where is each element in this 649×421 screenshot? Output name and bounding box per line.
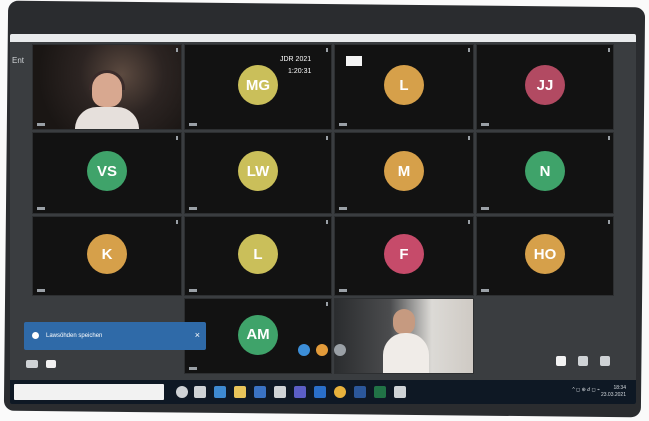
mic-icon	[339, 289, 347, 292]
tile-menu-icon	[326, 302, 328, 306]
info-icon	[32, 332, 39, 339]
mic-icon	[189, 207, 197, 210]
participant-face	[393, 309, 415, 335]
tile-menu-icon	[608, 48, 610, 52]
clock-time: 18:34	[613, 385, 626, 391]
notification-toast[interactable]: Lawsöhden speichen ×	[24, 322, 206, 350]
avatar-n: N	[525, 151, 565, 192]
chat-button[interactable]	[578, 356, 588, 366]
mic-icon	[339, 123, 347, 126]
tile-menu-icon	[176, 48, 178, 52]
tile-k[interactable]: K	[32, 216, 182, 296]
mic-icon	[37, 207, 45, 210]
app-icon[interactable]	[394, 386, 406, 398]
left-control-2[interactable]	[46, 360, 56, 368]
recording-label: JDR 2021	[280, 56, 312, 63]
chrome-icon[interactable]	[334, 386, 346, 398]
avatar-l-2: L	[238, 234, 278, 275]
avatar-m: M	[384, 151, 424, 192]
tile-menu-icon	[468, 136, 470, 140]
avatar-vs: VS	[87, 151, 127, 192]
recording-time: 1:20:31	[288, 68, 312, 75]
tile-menu-icon	[468, 220, 470, 224]
avatar-mg: MG	[238, 65, 278, 106]
mic-icon	[481, 207, 489, 210]
meeting-window: Ent MG L JJ JDR 2021 1:20:31 VS LW M N K…	[10, 34, 636, 404]
mic-icon	[37, 123, 45, 126]
photo-of-screen: Ent MG L JJ JDR 2021 1:20:31 VS LW M N K…	[0, 0, 649, 421]
share-button[interactable]	[334, 344, 346, 356]
tile-participant-2[interactable]	[334, 298, 474, 374]
avatar-ho: HO	[525, 234, 565, 275]
tile-ho[interactable]: HO	[476, 216, 614, 296]
system-tray[interactable]: ^ ◻ ⊕ 𝑑 ◻ ⌁	[572, 387, 600, 393]
tile-am[interactable]: AM	[184, 298, 332, 374]
avatar-am: AM	[238, 314, 278, 355]
teams-icon[interactable]	[294, 386, 306, 398]
participant-shoulders	[75, 107, 139, 129]
edge-icon[interactable]	[214, 386, 226, 398]
window-header-left: Ent	[12, 56, 25, 65]
taskview-icon[interactable]	[194, 386, 206, 398]
tile-menu-icon	[326, 136, 328, 140]
explorer-icon[interactable]	[234, 386, 246, 398]
avatar-l: L	[384, 65, 424, 106]
left-control-1[interactable]	[26, 360, 38, 368]
clock-date: 23.03.2021	[600, 392, 626, 398]
tile-menu-icon	[468, 48, 470, 52]
tile-menu-icon	[326, 48, 328, 52]
close-icon[interactable]: ×	[195, 330, 200, 340]
tile-menu-icon	[326, 220, 328, 224]
store-icon[interactable]	[274, 386, 286, 398]
tile-menu-icon	[608, 136, 610, 140]
mic-icon	[339, 207, 347, 210]
avatar-k: K	[87, 234, 127, 275]
tile-m[interactable]: M	[334, 132, 474, 214]
tile-menu-icon	[608, 220, 610, 224]
word-icon[interactable]	[354, 386, 366, 398]
mic-icon	[481, 289, 489, 292]
mic-icon	[189, 123, 197, 126]
tile-participant-1[interactable]	[32, 44, 182, 130]
taskbar: ^ ◻ ⊕ 𝑑 ◻ ⌁ 18:34 23.03.2021	[10, 380, 636, 404]
tile-lw[interactable]: LW	[184, 132, 332, 214]
participant-body	[383, 333, 429, 373]
tile-menu-icon	[176, 136, 178, 140]
camera-toggle-button[interactable]	[298, 344, 310, 356]
mail-icon[interactable]	[254, 386, 266, 398]
avatar-jj: JJ	[525, 65, 565, 106]
more-options-button[interactable]	[600, 356, 610, 366]
window-top-strip	[10, 34, 636, 42]
clock[interactable]: 18:34 23.03.2021	[601, 385, 626, 399]
tile-f[interactable]: F	[334, 216, 474, 296]
tile-jj[interactable]: JJ	[476, 44, 614, 130]
mic-icon	[37, 289, 45, 292]
outlook-icon[interactable]	[314, 386, 326, 398]
mic-icon	[481, 123, 489, 126]
avatar-f: F	[384, 234, 424, 275]
notification-text: Lawsöhden speichen	[46, 333, 103, 339]
tile-l-2[interactable]: L	[184, 216, 332, 296]
mic-toggle-button[interactable]	[316, 344, 328, 356]
mic-icon	[189, 367, 197, 370]
recording-indicator-button[interactable]	[346, 56, 362, 66]
avatar-lw: LW	[238, 151, 278, 192]
tile-vs[interactable]: VS	[32, 132, 182, 214]
excel-icon[interactable]	[374, 386, 386, 398]
start-icon[interactable]	[176, 386, 188, 398]
tile-menu-icon	[176, 220, 178, 224]
taskbar-search[interactable]	[14, 384, 164, 400]
tile-n[interactable]: N	[476, 132, 614, 214]
participant-face	[92, 73, 122, 107]
people-button[interactable]	[556, 356, 566, 366]
mic-icon	[189, 289, 197, 292]
